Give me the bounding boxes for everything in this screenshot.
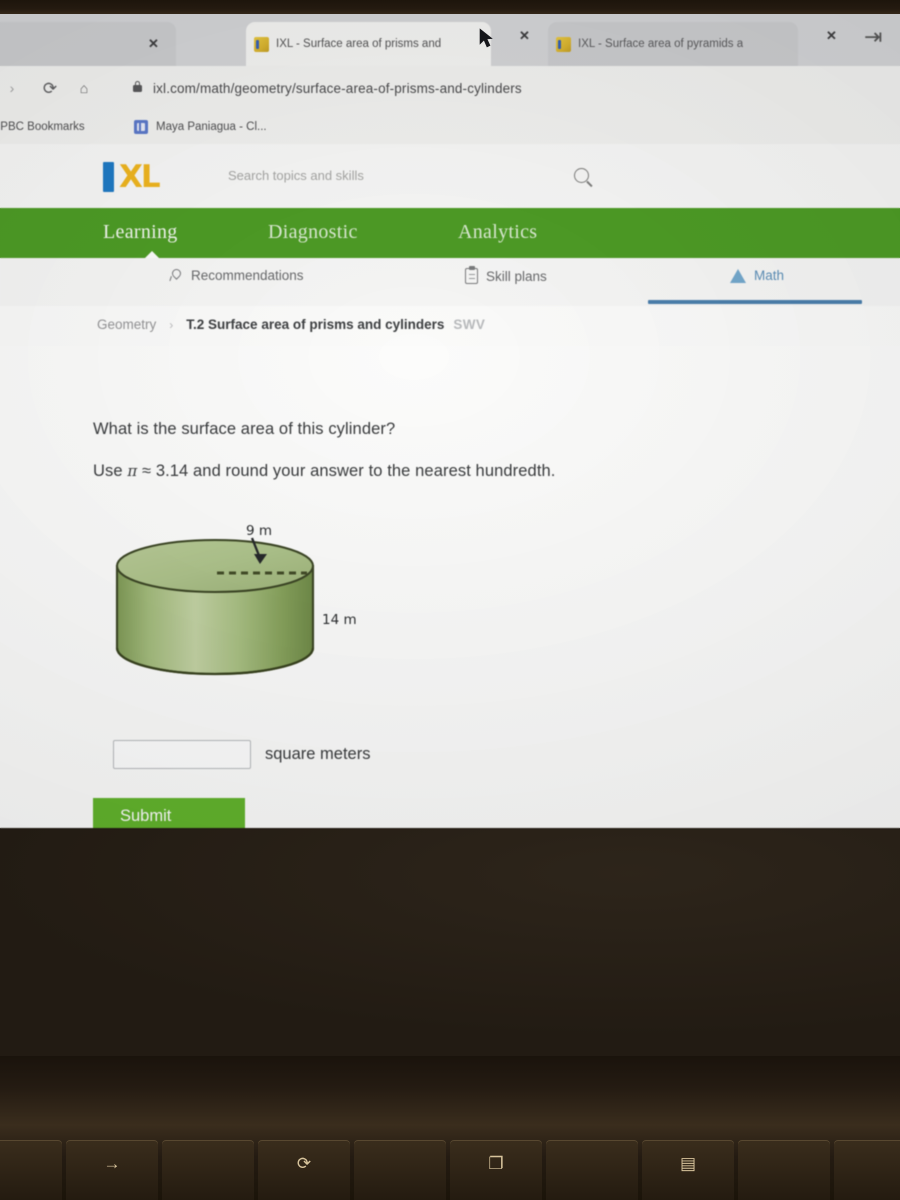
search-input[interactable]: Search topics and skills xyxy=(228,158,591,192)
right-arrow-key[interactable]: → xyxy=(66,1140,158,1200)
new-tab-icon[interactable]: ⇥ xyxy=(864,24,882,50)
nav-item-analytics[interactable]: Analytics xyxy=(458,221,537,244)
browser-tab-pyramids-title: IXL - Surface area of pyramids a xyxy=(578,38,744,50)
ixl-logo[interactable]: XL xyxy=(103,159,161,195)
overview-key[interactable]: ▤ xyxy=(642,1140,734,1200)
question-prompt-use: Use xyxy=(93,462,128,480)
breadcrumb-subject[interactable]: Geometry xyxy=(97,317,156,332)
keyboard-key[interactable] xyxy=(834,1140,900,1200)
browser-tab-pyramids[interactable]: IXL - Surface area of pyramids a xyxy=(548,22,798,66)
answer-unit-label: square meters xyxy=(265,745,371,763)
browser-tab-prisms[interactable]: IXL - Surface area of prisms and xyxy=(246,22,491,66)
keyboard-key[interactable] xyxy=(354,1140,446,1200)
submit-button[interactable]: Submit xyxy=(93,798,245,830)
triangle-icon xyxy=(730,268,746,283)
tab-recommendations-label: Recommendations xyxy=(191,268,304,283)
diameter-label: 9 m xyxy=(246,523,273,539)
forward-icon[interactable]: › xyxy=(0,74,26,102)
nav-item-diagnostic[interactable]: Diagnostic xyxy=(268,221,358,244)
pin-icon xyxy=(168,268,183,283)
mouse-cursor xyxy=(479,28,493,48)
laptop-screen: Classes ✕ IXL - Surface area of prisms a… xyxy=(0,14,900,830)
keyboard-function-row: → ⟳ ❐ ▤ xyxy=(0,1140,900,1200)
browser-tab-pyramids-close-icon[interactable]: ✕ xyxy=(826,28,837,44)
fullscreen-key[interactable]: ❐ xyxy=(450,1140,542,1200)
answer-input[interactable] xyxy=(113,740,251,769)
browser-tab-prisms-title: IXL - Surface area of prisms and xyxy=(276,38,442,50)
browser-tab-prisms-close-icon[interactable]: ✕ xyxy=(519,28,530,44)
bookmark-maya-label: Maya Paniagua - Cl... xyxy=(156,121,267,133)
reload-key[interactable]: ⟳ xyxy=(258,1140,350,1200)
keyboard-key[interactable] xyxy=(546,1140,638,1200)
ixl-header: XL Search topics and skills xyxy=(0,144,900,208)
breadcrumb-separator-icon: › xyxy=(169,317,174,332)
question-area: What is the surface area of this cylinde… xyxy=(0,346,900,830)
clipboard-icon xyxy=(465,266,478,284)
nav-item-learning[interactable]: Learning xyxy=(103,221,178,244)
keyboard-key[interactable] xyxy=(0,1140,62,1200)
cylinder-top-face xyxy=(115,538,315,594)
ixl-logo-xl: XL xyxy=(119,159,161,195)
search-placeholder: Search topics and skills xyxy=(228,167,364,183)
height-label: 14 m xyxy=(322,612,357,628)
browser-tab-classes-close-icon[interactable]: ✕ xyxy=(148,36,159,52)
browser-tab-classes[interactable]: Classes ✕ xyxy=(0,22,176,66)
keyboard-key[interactable] xyxy=(738,1140,830,1200)
bookmarks-bar: DPBC Bookmarks Maya Paniagua - Cl... xyxy=(0,110,900,144)
ixl-secondary-nav: Recommendations Skill plans Math xyxy=(0,258,900,306)
bookmark-dpbc[interactable]: DPBC Bookmarks xyxy=(0,121,85,133)
search-icon[interactable] xyxy=(574,167,589,183)
address-bar[interactable]: ixl.com/math/geometry/surface-area-of-pr… xyxy=(153,66,522,110)
pi-symbol: π xyxy=(127,462,138,480)
active-tab-underline xyxy=(648,300,862,304)
laptop-bezel-and-body: DELL xyxy=(0,828,900,1056)
bookmark-dpbc-label: DPBC Bookmarks xyxy=(0,121,85,133)
ixl-primary-nav: Learning Diagnostic Analytics xyxy=(0,208,900,259)
photo-of-laptop-screen: Classes ✕ IXL - Surface area of prisms a… xyxy=(0,0,900,1200)
browser-tab-strip: Classes ✕ IXL - Surface area of prisms a… xyxy=(0,14,900,66)
question-prompt-line-1: What is the surface area of this cylinde… xyxy=(93,420,396,438)
classroom-favicon xyxy=(134,120,148,134)
ixl-logo-i xyxy=(103,162,114,192)
skill-code-badge: SWV xyxy=(453,317,486,332)
tab-skill-plans[interactable]: Skill plans xyxy=(465,266,547,284)
cylinder-figure: 9 m 14 m xyxy=(100,516,400,716)
tab-skill-plans-label: Skill plans xyxy=(486,268,547,284)
tab-math[interactable]: Math xyxy=(730,268,784,283)
lock-icon xyxy=(133,81,142,92)
breadcrumb: Geometry › T.2 Surface area of prisms an… xyxy=(0,306,900,346)
browser-toolbar: › ⟳ ⌂ ixl.com/math/geometry/surface-area… xyxy=(0,66,900,110)
ixl-favicon xyxy=(254,36,269,52)
home-icon[interactable]: ⌂ xyxy=(70,74,98,102)
bookmark-maya[interactable]: Maya Paniagua - Cl... xyxy=(134,120,267,134)
reload-icon[interactable]: ⟳ xyxy=(36,74,64,102)
tab-recommendations[interactable]: Recommendations xyxy=(168,268,304,283)
question-prompt-line-2: Use π ≈ 3.14 and round your answer to th… xyxy=(93,462,555,481)
keyboard-key[interactable] xyxy=(162,1140,254,1200)
question-prompt-rounding: ≈ 3.14 and round your answer to the near… xyxy=(137,462,556,480)
ixl-favicon xyxy=(556,36,571,52)
breadcrumb-skill: T.2 Surface area of prisms and cylinders xyxy=(186,317,445,332)
answer-row: square meters xyxy=(113,740,370,769)
tab-math-label: Math xyxy=(754,268,785,283)
ixl-page: XL Search topics and skills Learning Dia… xyxy=(0,144,900,830)
